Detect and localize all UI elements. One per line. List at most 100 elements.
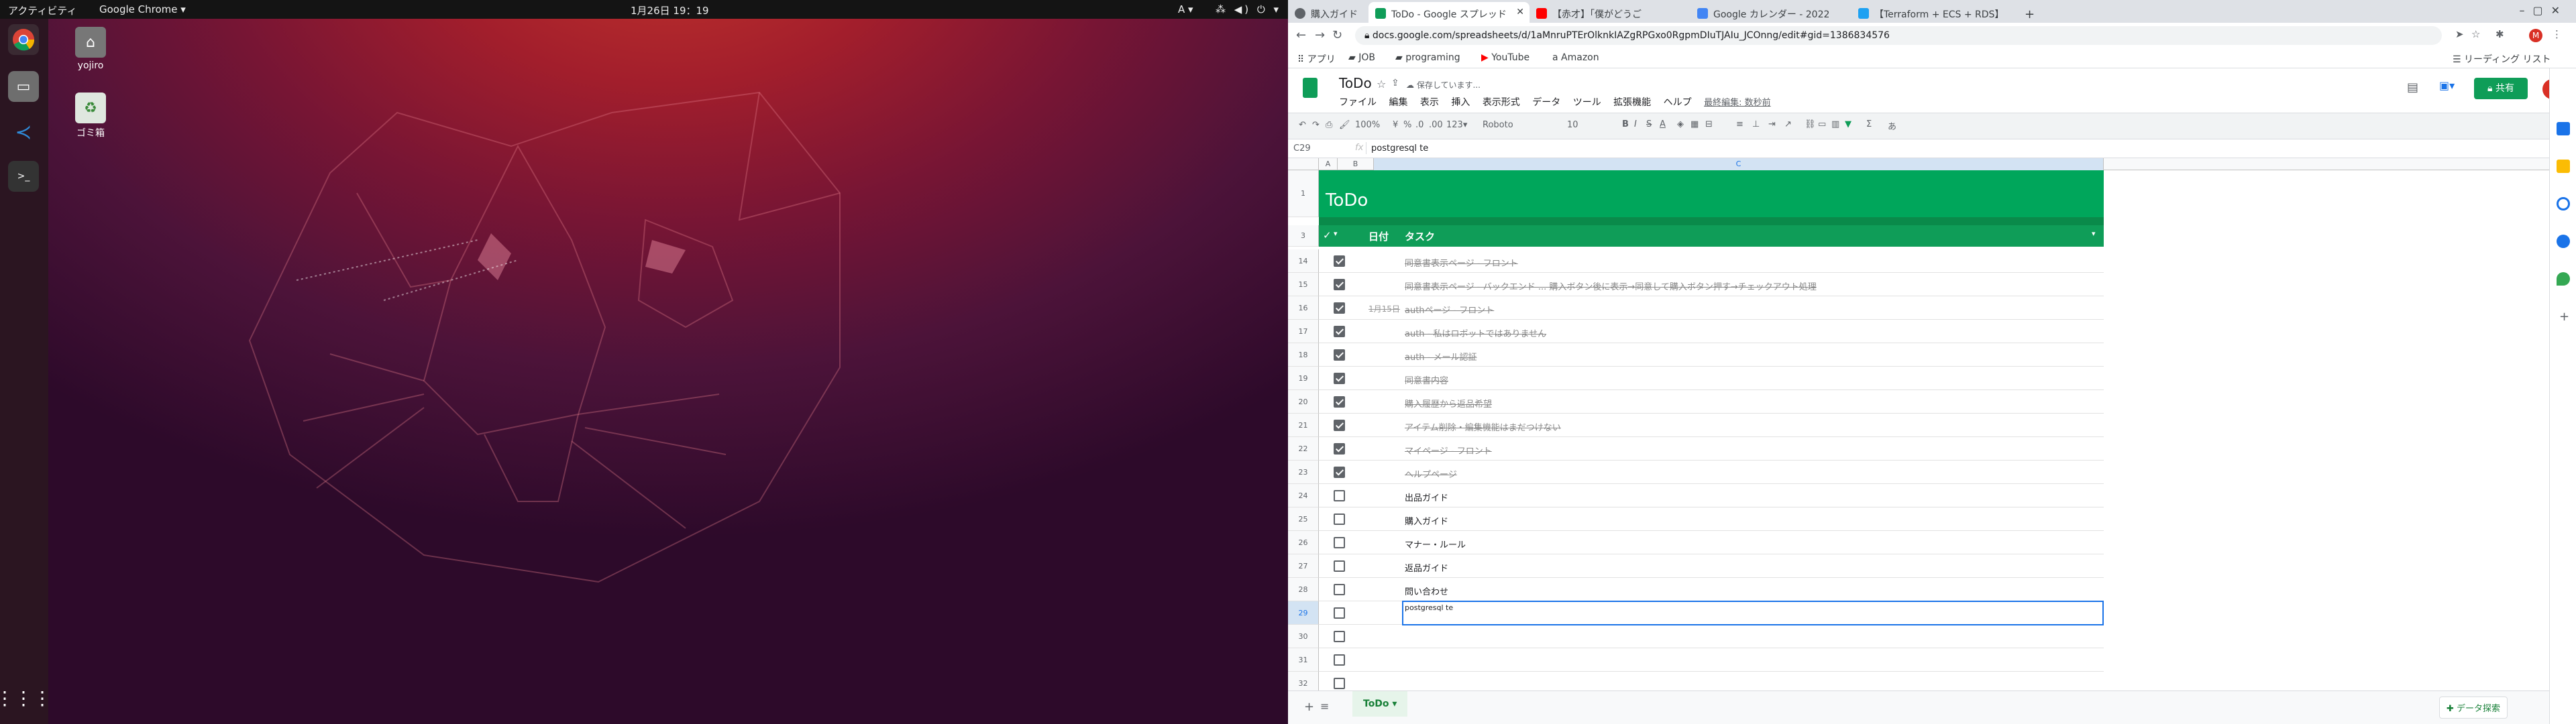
menu-file[interactable]: ファイル — [1339, 97, 1377, 108]
row-header[interactable]: 26 — [1288, 531, 1319, 554]
task-cell[interactable]: ヘルプページ — [1405, 467, 2076, 480]
task-cell[interactable]: 購入履歴から返品希望 — [1405, 397, 2076, 410]
task-cell[interactable]: 同意書表示ページ - フロント — [1405, 256, 2076, 269]
task-cell[interactable]: アイテム削除・編集機能はまだつけない — [1405, 420, 2076, 433]
increase-decimal-button[interactable]: .00 — [1429, 120, 1443, 130]
row-header[interactable]: 23 — [1288, 461, 1319, 484]
task-checkbox[interactable] — [1334, 514, 1345, 525]
menu-edit[interactable]: 編集 — [1389, 97, 1407, 108]
tab-purchase-guide[interactable]: 購入ガイド — [1288, 2, 1368, 23]
row-header[interactable]: 25 — [1288, 507, 1319, 531]
task-checkbox[interactable] — [1334, 443, 1345, 455]
comment-icon[interactable]: ▭ — [1818, 119, 1826, 129]
task-checkbox[interactable] — [1334, 654, 1345, 666]
task-cell[interactable]: 購入ガイド — [1405, 514, 2076, 527]
explore-button[interactable]: ✚ データ探索 — [2439, 697, 2508, 719]
link-icon[interactable]: ⛓︎ — [1805, 119, 1816, 129]
comments-icon[interactable]: ▤ — [2407, 80, 2418, 95]
task-checkbox[interactable] — [1334, 678, 1345, 689]
task-checkbox[interactable] — [1334, 607, 1345, 619]
italic-icon[interactable]: I — [1634, 119, 1637, 129]
fill-color-icon[interactable]: ◈ — [1677, 119, 1684, 129]
percent-button[interactable]: % — [1403, 120, 1411, 130]
bookmark-apps[interactable]: ⠿ アプリ — [1297, 52, 1336, 66]
task-cell[interactable]: 出品ガイド — [1405, 491, 2076, 503]
task-cell[interactable]: 返品ガイド — [1405, 561, 2076, 574]
row-header[interactable]: 3 — [1288, 225, 1319, 247]
bookmark-youtube[interactable]: ▶ YouTube — [1481, 52, 1529, 63]
address-bar[interactable]: 🔒︎ docs.google.com/spreadsheets/d/1aMnru… — [1355, 26, 2442, 45]
row-header[interactable]: 21 — [1288, 414, 1319, 437]
row-header[interactable]: 19 — [1288, 367, 1319, 390]
profile-avatar[interactable]: M — [2529, 29, 2542, 42]
row-header[interactable]: 30 — [1288, 625, 1319, 648]
task-cell[interactable]: 問い合わせ — [1405, 585, 2076, 597]
wrap-icon[interactable]: ⇥ — [1768, 119, 1776, 129]
redo-icon[interactable]: ↷ — [1312, 120, 1320, 130]
tab-todo-sheet[interactable]: ToDo - Google スプレッド ✕ — [1368, 2, 1529, 23]
move-icon[interactable]: ⇪ — [1391, 78, 1399, 88]
star-icon[interactable]: ☆ — [2471, 28, 2480, 40]
clock[interactable]: 1月26日 19：19 — [631, 3, 709, 17]
filter-dropdown-icon[interactable]: ▾ — [1334, 229, 1338, 238]
decrease-decimal-button[interactable]: .0 — [1415, 120, 1424, 130]
task-checkbox[interactable] — [1334, 560, 1345, 572]
task-checkbox[interactable] — [1334, 326, 1345, 337]
menu-insert[interactable]: 挿入 — [1451, 97, 1470, 108]
zoom-select[interactable]: 100% — [1355, 120, 1380, 130]
font-size-select[interactable]: 10 — [1567, 120, 1578, 130]
active-cell-editor[interactable] — [1402, 601, 2104, 625]
activities-button[interactable]: アクティビティ — [8, 3, 76, 17]
task-checkbox[interactable] — [1334, 302, 1345, 314]
all-sheets-icon[interactable]: ≡ — [1320, 700, 1329, 713]
column-header-b[interactable]: B — [1338, 158, 1374, 170]
name-box[interactable]: C29 — [1293, 143, 1311, 154]
sheets-logo-icon[interactable] — [1303, 78, 1318, 98]
share-button[interactable]: 🔒︎ 共有 — [2474, 78, 2528, 99]
meet-icon[interactable]: ▣▾ — [2439, 79, 2455, 92]
task-checkbox[interactable] — [1334, 396, 1345, 408]
column-header-c[interactable]: C — [1374, 158, 2104, 170]
text-color-icon[interactable]: A — [1660, 119, 1666, 129]
row-header[interactable]: 29 — [1288, 601, 1319, 625]
chart-icon[interactable]: ▥ — [1831, 119, 1839, 129]
menu-data[interactable]: データ — [1532, 97, 1560, 108]
more-formats-select[interactable]: 123▾ — [1446, 120, 1467, 130]
close-tab-icon[interactable]: ✕ — [1516, 7, 1524, 17]
task-checkbox[interactable] — [1334, 373, 1345, 384]
reload-icon[interactable]: ↻ — [1332, 28, 1342, 42]
strikethrough-icon[interactable]: S — [1646, 119, 1652, 129]
filter-icon[interactable]: ▼ — [1845, 119, 1851, 129]
window-controls[interactable]: –▢✕ — [2519, 4, 2568, 17]
reading-list-button[interactable]: ☰ リーディング リスト — [2453, 52, 2551, 66]
select-all-corner[interactable] — [1288, 158, 1319, 170]
row-header[interactable]: 31 — [1288, 648, 1319, 672]
share-icon[interactable]: ➤ — [2455, 28, 2464, 40]
row-header[interactable]: 20 — [1288, 390, 1319, 414]
task-cell[interactable]: auth - メール認証 — [1405, 350, 2076, 363]
column-header-a[interactable]: A — [1319, 158, 1338, 170]
print-icon[interactable]: ⎙ — [1326, 120, 1332, 130]
task-checkbox[interactable] — [1334, 349, 1345, 361]
menu-tools[interactable]: ツール — [1573, 97, 1601, 108]
forward-icon[interactable]: → — [1315, 28, 1325, 42]
task-checkbox[interactable] — [1334, 467, 1345, 478]
task-checkbox[interactable] — [1334, 584, 1345, 595]
desktop-icon-trash[interactable]: ♻ ゴミ箱 — [60, 93, 121, 139]
vertical-align-icon[interactable]: ⊥ — [1752, 119, 1760, 129]
spreadsheet-grid[interactable]: A B C 1 ToDo 3 ✓ ▾ 日付 タスク ▾ 14 同意書表示ページ -… — [1288, 158, 2549, 690]
bold-icon[interactable]: B — [1622, 119, 1629, 129]
chrome-menu-icon[interactable]: ⋮ — [2552, 28, 2562, 40]
task-checkbox[interactable] — [1334, 420, 1345, 431]
chrome-icon[interactable] — [8, 24, 39, 55]
task-cell[interactable]: 同意書内容 — [1405, 373, 2076, 386]
calendar-icon[interactable] — [2557, 122, 2570, 135]
extensions-icon[interactable]: ✱ — [2496, 28, 2504, 40]
align-icon[interactable]: ≡ — [1736, 119, 1743, 129]
merge-cells-icon[interactable]: ⊟ — [1705, 119, 1713, 129]
task-checkbox[interactable] — [1334, 631, 1345, 642]
bookmark-amazon[interactable]: a Amazon — [1552, 52, 1599, 63]
row-header[interactable]: 14 — [1288, 249, 1319, 273]
task-checkbox[interactable] — [1334, 537, 1345, 548]
task-checkbox[interactable] — [1334, 255, 1345, 267]
